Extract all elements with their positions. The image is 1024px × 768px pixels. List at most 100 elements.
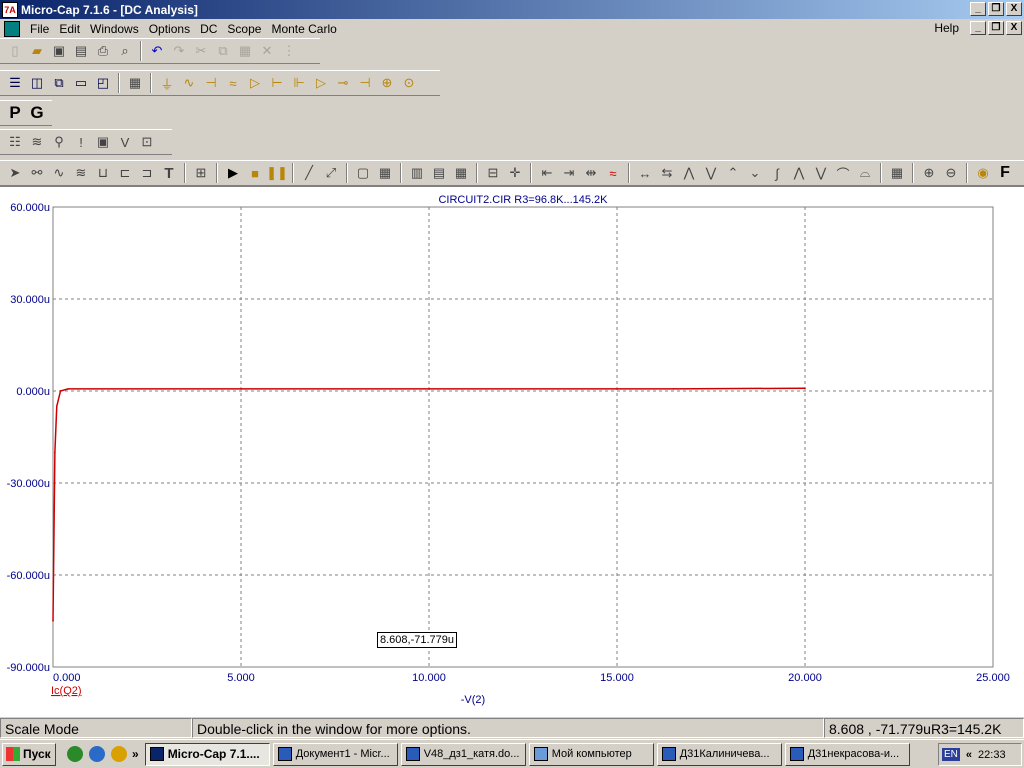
plot-window[interactable]: 0.000 5.000 10.000 15.000 20.000 25.000 60.000… xyxy=(0,186,1024,717)
menu-monte-carlo[interactable]: Monte Carlo xyxy=(266,22,341,36)
task-kalinicheva[interactable]: Д31Калиничева... xyxy=(656,742,782,766)
close-button[interactable]: X xyxy=(1006,2,1022,16)
log-scale-icon[interactable]: ⤢ xyxy=(320,162,342,184)
horizontal-tag-icon[interactable]: ⊏ xyxy=(114,162,136,184)
delete-icon[interactable]: ✕ xyxy=(256,40,278,62)
marker-icon[interactable]: ! xyxy=(70,131,92,153)
scale-mode-icon[interactable]: ∿ xyxy=(48,162,70,184)
transistor-icon[interactable]: ⊢ xyxy=(266,72,288,94)
resistor-icon[interactable]: ∿ xyxy=(178,72,200,94)
tray-chevron[interactable]: « xyxy=(966,749,972,761)
run-icon[interactable]: ▶ xyxy=(222,162,244,184)
save-all-icon[interactable]: ▤ xyxy=(70,40,92,62)
prev-point-icon[interactable]: ⇆ xyxy=(656,162,678,184)
bottom-icon[interactable]: ⌓ xyxy=(854,162,876,184)
font-icon[interactable]: F xyxy=(994,162,1016,184)
cascade-icon[interactable]: ⧉ xyxy=(48,72,70,94)
menu-file[interactable]: File xyxy=(25,22,54,36)
stop-icon[interactable]: ■ xyxy=(244,162,266,184)
p-button[interactable]: P xyxy=(4,103,26,123)
next-point-icon[interactable]: ↔ xyxy=(634,162,656,184)
new-file-icon[interactable]: ▯ xyxy=(4,40,26,62)
task-v48[interactable]: V48_дз1_катя.do... xyxy=(400,742,526,766)
task-my-computer[interactable]: Мой компьютер xyxy=(528,742,654,766)
battery-icon[interactable]: ⊣ xyxy=(354,72,376,94)
grid-icon[interactable]: ▢ xyxy=(352,162,374,184)
menu-dc[interactable]: DC xyxy=(195,22,222,36)
minor-grid-icon[interactable]: ▦ xyxy=(374,162,396,184)
mosfet-icon[interactable]: ⊩ xyxy=(288,72,310,94)
current-source-icon[interactable]: ⊙ xyxy=(398,72,420,94)
start-button[interactable]: Пуск xyxy=(2,742,56,766)
task-nekrasova[interactable]: Д31некрасова-и... xyxy=(784,742,910,766)
tile-vertical-icon[interactable]: ◫ xyxy=(26,72,48,94)
diode-icon[interactable]: ▷ xyxy=(244,72,266,94)
both-lines-icon[interactable]: ▦ xyxy=(450,162,472,184)
save-icon[interactable]: ▣ xyxy=(48,40,70,62)
print-preview-icon[interactable]: ⌕ xyxy=(114,40,136,62)
vi-icon[interactable]: V xyxy=(114,131,136,153)
internet-explorer-icon[interactable] xyxy=(89,746,105,762)
restore-button[interactable]: ❐ xyxy=(988,2,1004,16)
zoom-in-icon[interactable]: ⊕ xyxy=(918,162,940,184)
peak-icon[interactable]: ⋀ xyxy=(678,162,700,184)
cursor-both-icon[interactable]: ⇹ xyxy=(580,162,602,184)
point-tag-icon[interactable]: ⊔ xyxy=(92,162,114,184)
global-low-icon[interactable]: ⋁ xyxy=(810,162,832,184)
opamp-icon[interactable]: ▷ xyxy=(310,72,332,94)
menu-options[interactable]: Options xyxy=(144,22,195,36)
quick-launch-chevron[interactable]: » xyxy=(132,747,139,761)
horizontal-lines-icon[interactable]: ▤ xyxy=(428,162,450,184)
cursor-mode-icon[interactable]: ≋ xyxy=(70,162,92,184)
table-icon[interactable]: ▦ xyxy=(886,162,908,184)
cut-icon[interactable]: ✂ xyxy=(190,40,212,62)
ground-icon[interactable]: ⏚ xyxy=(156,72,178,94)
language-indicator[interactable]: EN xyxy=(942,748,960,761)
crosshair-icon[interactable]: ✛ xyxy=(504,162,526,184)
switch-icon[interactable]: ⊸ xyxy=(332,72,354,94)
list-icon[interactable]: ☷ xyxy=(4,131,26,153)
trace-select-icon[interactable]: ≈ xyxy=(602,162,624,184)
window-icon[interactable]: ▭ xyxy=(70,72,92,94)
inductor-icon[interactable]: ≈ xyxy=(222,72,244,94)
zoom-out-icon[interactable]: ⊖ xyxy=(940,162,962,184)
valley-icon[interactable]: ⋁ xyxy=(700,162,722,184)
copy-icon[interactable]: ⧉ xyxy=(212,40,234,62)
quick-launch-icon[interactable] xyxy=(67,746,83,762)
tile-horizontal-icon[interactable]: ☰ xyxy=(4,72,26,94)
plot-canvas[interactable]: 0.000 5.000 10.000 15.000 20.000 25.000 60.000… xyxy=(0,187,1024,718)
component-mode-icon[interactable]: ⚯ xyxy=(26,162,48,184)
open-folder-icon[interactable]: ▰ xyxy=(26,40,48,62)
print-icon[interactable]: ⎙ xyxy=(92,40,114,62)
global-high-icon[interactable]: ⋀ xyxy=(788,162,810,184)
properties-icon[interactable]: ⊞ xyxy=(190,162,212,184)
find-icon[interactable]: ⋮ xyxy=(278,40,300,62)
capacitor-icon[interactable]: ⊣ xyxy=(200,72,222,94)
vertical-lines-icon[interactable]: ▥ xyxy=(406,162,428,184)
cursor-left-icon[interactable]: ⇤ xyxy=(536,162,558,184)
paste-icon[interactable]: ▦ xyxy=(234,40,256,62)
doc-restore-button[interactable]: ❐ xyxy=(988,21,1004,35)
waveform-icon[interactable]: ≋ xyxy=(26,131,48,153)
cursor-right-icon[interactable]: ⇥ xyxy=(558,162,580,184)
calculator-icon[interactable]: ▦ xyxy=(124,72,146,94)
undo-icon[interactable]: ↶ xyxy=(146,40,168,62)
linear-scale-icon[interactable]: ╱ xyxy=(298,162,320,184)
baseline-icon[interactable]: ⊟ xyxy=(482,162,504,184)
minimize-button[interactable]: _ xyxy=(970,2,986,16)
document-icon[interactable] xyxy=(4,20,20,37)
task-microcap[interactable]: Micro-Cap 7.1.... xyxy=(144,742,270,766)
plot-window-icon[interactable]: ▣ xyxy=(92,131,114,153)
text-icon[interactable]: T xyxy=(158,162,180,184)
menu-help[interactable]: Help xyxy=(929,21,964,35)
menu-edit[interactable]: Edit xyxy=(54,22,85,36)
top-icon[interactable]: ⌒ xyxy=(832,162,854,184)
window-split-icon[interactable]: ◰ xyxy=(92,72,114,94)
probe-icon[interactable]: ⚲ xyxy=(48,131,70,153)
select-arrow-icon[interactable]: ➤ xyxy=(4,162,26,184)
media-player-icon[interactable] xyxy=(111,746,127,762)
color-icon[interactable]: ◉ xyxy=(972,162,994,184)
inflection-icon[interactable]: ∫ xyxy=(766,162,788,184)
zoom-window-icon[interactable]: ⊡ xyxy=(136,131,158,153)
vertical-tag-icon[interactable]: ⊐ xyxy=(136,162,158,184)
